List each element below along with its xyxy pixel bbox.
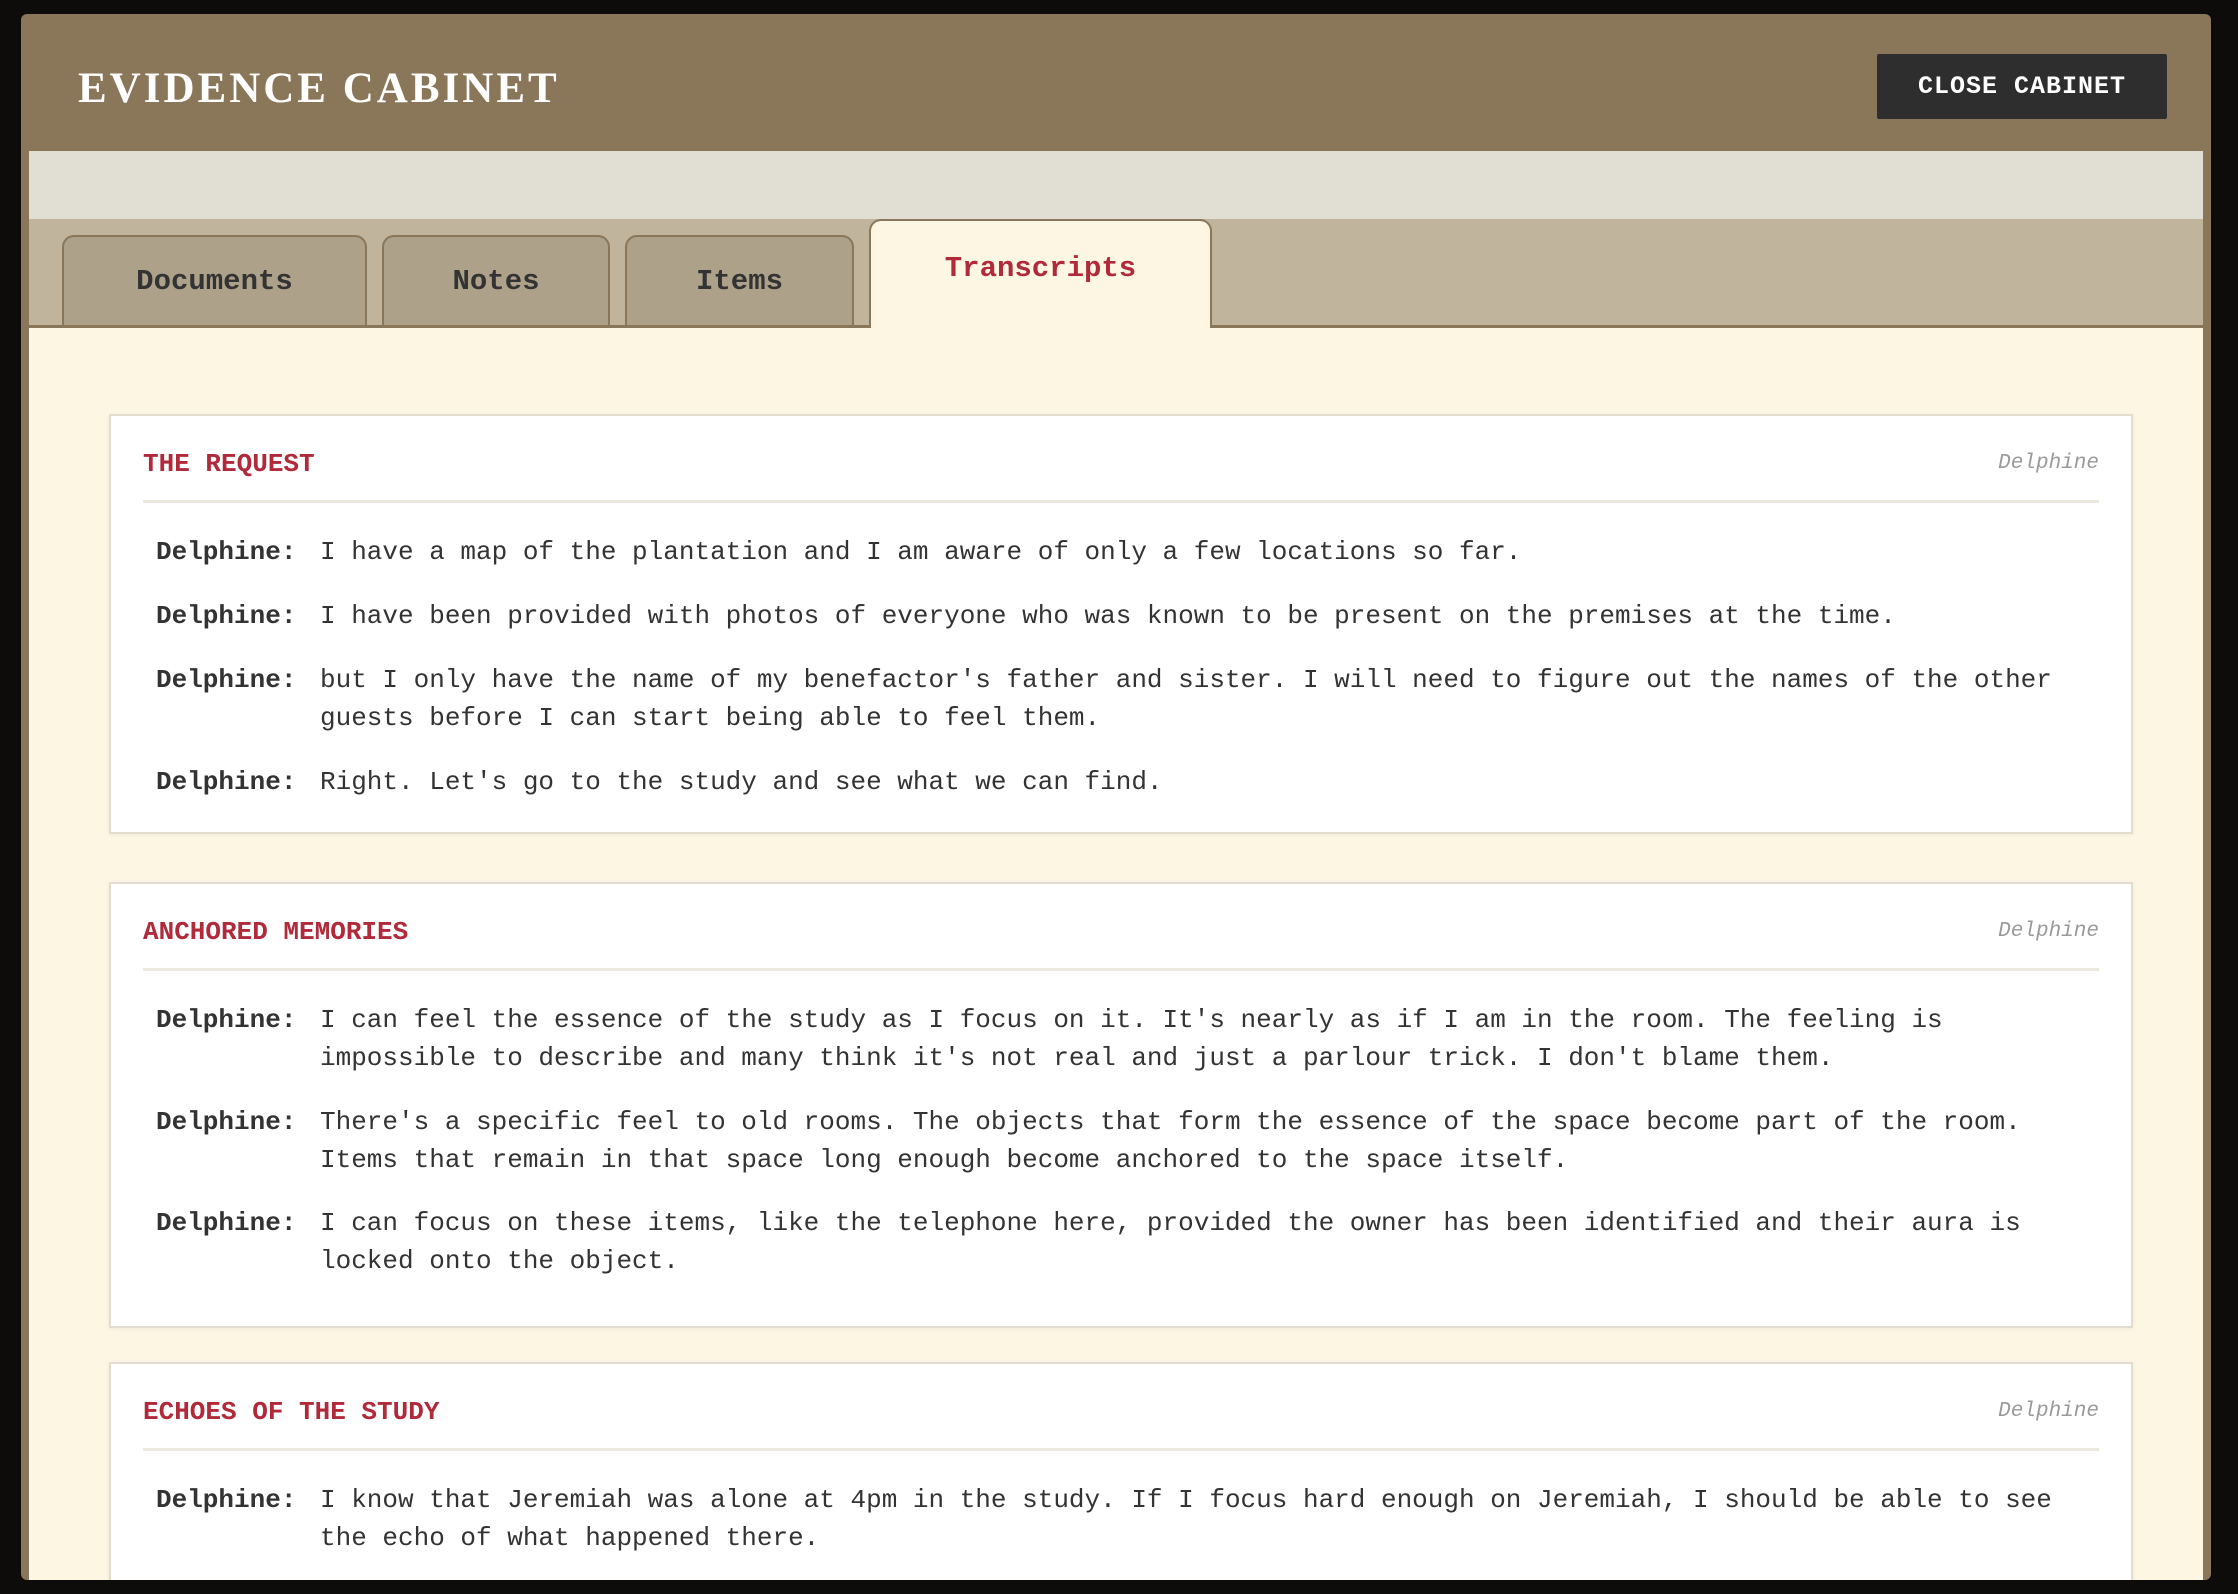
- cabinet-body: Documents Notes Items Transcripts THE RE…: [29, 151, 2203, 1580]
- transcript-card-header: ECHOES OF THE STUDY Delphine: [143, 1364, 2099, 1451]
- line-text: I have a map of the plantation and I am …: [320, 537, 1522, 567]
- tab-transcripts[interactable]: Transcripts: [869, 219, 1212, 328]
- line-text: but I only have the name of my benefacto…: [320, 665, 2052, 733]
- transcript-title: ECHOES OF THE STUDY: [143, 1397, 440, 1427]
- transcript-line: Delphine: but I only have the name of my…: [156, 661, 2076, 737]
- line-text: Right. Let's go to the study and see wha…: [320, 767, 1163, 797]
- line-text: I know that Jeremiah was alone at 4pm in…: [320, 1485, 2052, 1553]
- line-speaker: Delphine:: [156, 1208, 297, 1238]
- tab-documents[interactable]: Documents: [62, 235, 367, 325]
- transcript-card-header: ANCHORED MEMORIES Delphine: [143, 884, 2099, 971]
- cabinet-title: EVIDENCE CABINET: [78, 65, 560, 112]
- line-speaker: Delphine:: [156, 537, 297, 567]
- close-cabinet-button[interactable]: CLOSE CABINET: [1877, 54, 2167, 119]
- line-speaker: Delphine:: [156, 1485, 297, 1515]
- transcript-line: Delphine: I know that Jeremiah was alone…: [156, 1481, 2076, 1557]
- transcript-title: ANCHORED MEMORIES: [143, 917, 409, 947]
- line-speaker: Delphine:: [156, 1107, 297, 1137]
- line-text: I can focus on these items, like the tel…: [320, 1208, 2021, 1276]
- transcript-card-header: THE REQUEST Delphine: [143, 416, 2099, 503]
- transcript-line: Delphine: I have been provided with phot…: [156, 597, 2076, 635]
- tab-items[interactable]: Items: [625, 235, 854, 325]
- line-speaker: Delphine:: [156, 767, 297, 797]
- transcript-line: Delphine: I can focus on these items, li…: [156, 1204, 2076, 1280]
- transcript-line: Delphine: I can feel the essence of the …: [156, 1001, 2076, 1077]
- tab-bar: Documents Notes Items Transcripts: [29, 219, 2203, 328]
- line-speaker: Delphine:: [156, 665, 297, 695]
- transcript-line: Delphine: I have a map of the plantation…: [156, 533, 2076, 571]
- line-text: I can feel the essence of the study as I…: [320, 1005, 1943, 1073]
- evidence-cabinet-window: EVIDENCE CABINET CLOSE CABINET Documents…: [21, 14, 2211, 1580]
- transcript-speaker: Delphine: [1998, 920, 2099, 943]
- transcript-speaker: Delphine: [1998, 452, 2099, 475]
- line-speaker: Delphine:: [156, 1005, 297, 1035]
- transcript-title: THE REQUEST: [143, 449, 315, 479]
- line-text: I have been provided with photos of ever…: [320, 601, 1896, 631]
- transcript-card: THE REQUEST Delphine Delphine: I have a …: [109, 414, 2133, 834]
- transcript-line: Delphine: There's a specific feel to old…: [156, 1103, 2076, 1179]
- header-strip: [29, 151, 2203, 219]
- tab-notes[interactable]: Notes: [382, 235, 610, 325]
- transcript-card: ANCHORED MEMORIES Delphine Delphine: I c…: [109, 882, 2133, 1328]
- line-speaker: Delphine:: [156, 601, 297, 631]
- transcript-speaker: Delphine: [1998, 1400, 2099, 1423]
- cabinet-header: EVIDENCE CABINET CLOSE CABINET: [21, 14, 2211, 151]
- transcript-card: ECHOES OF THE STUDY Delphine Delphine: I…: [109, 1362, 2133, 1580]
- transcripts-panel[interactable]: THE REQUEST Delphine Delphine: I have a …: [29, 328, 2203, 1580]
- transcript-line: Delphine: Right. Let's go to the study a…: [156, 763, 2076, 801]
- line-text: There's a specific feel to old rooms. Th…: [320, 1107, 2021, 1175]
